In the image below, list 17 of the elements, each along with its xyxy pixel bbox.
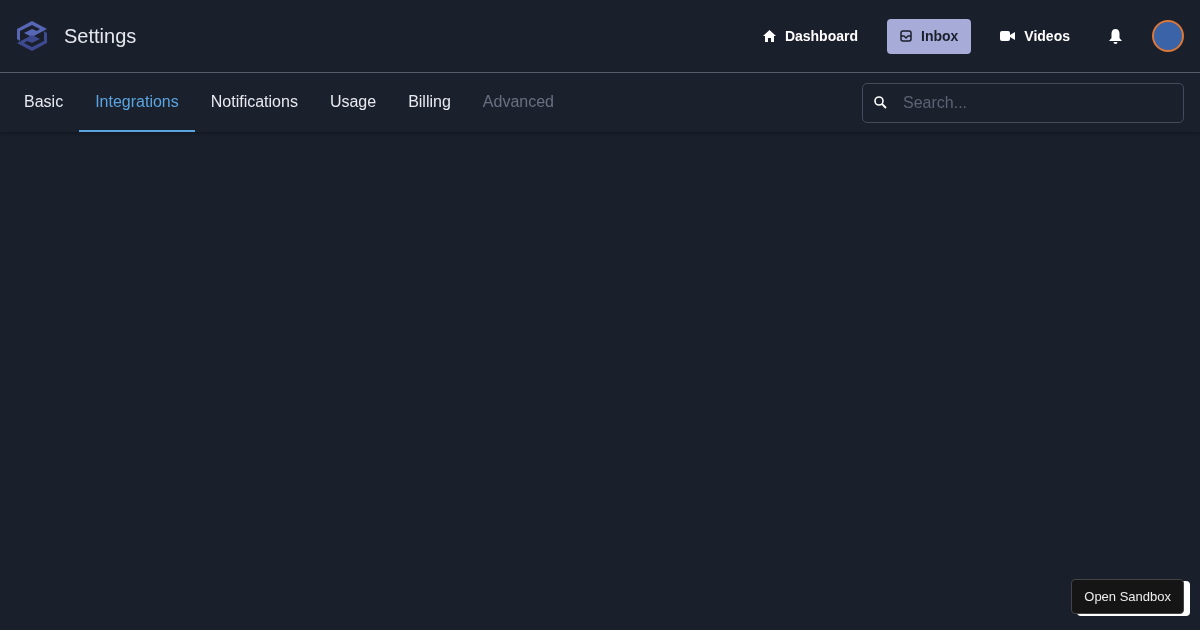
nav-link[interactable]: Inbox [887,18,972,54]
nav-link[interactable]: Videos [987,18,1083,54]
tab[interactable]: Billing [392,73,467,132]
logo-icon [16,21,48,51]
page-title: Settings [64,24,137,49]
home-icon [762,30,776,42]
tab[interactable]: Integrations [79,73,195,132]
nav-link[interactable]: Dashboard [749,18,871,54]
tab[interactable]: Notifications [194,73,314,132]
avatar[interactable] [1152,20,1184,52]
bell-icon[interactable] [1109,28,1122,44]
search-icon [874,95,887,109]
search-field[interactable]: Search... [862,82,1184,123]
inbox-icon [900,30,912,42]
video-camera-icon [1000,31,1016,41]
tab[interactable]: Basic [8,73,80,132]
tab[interactable]: Usage [313,73,393,132]
